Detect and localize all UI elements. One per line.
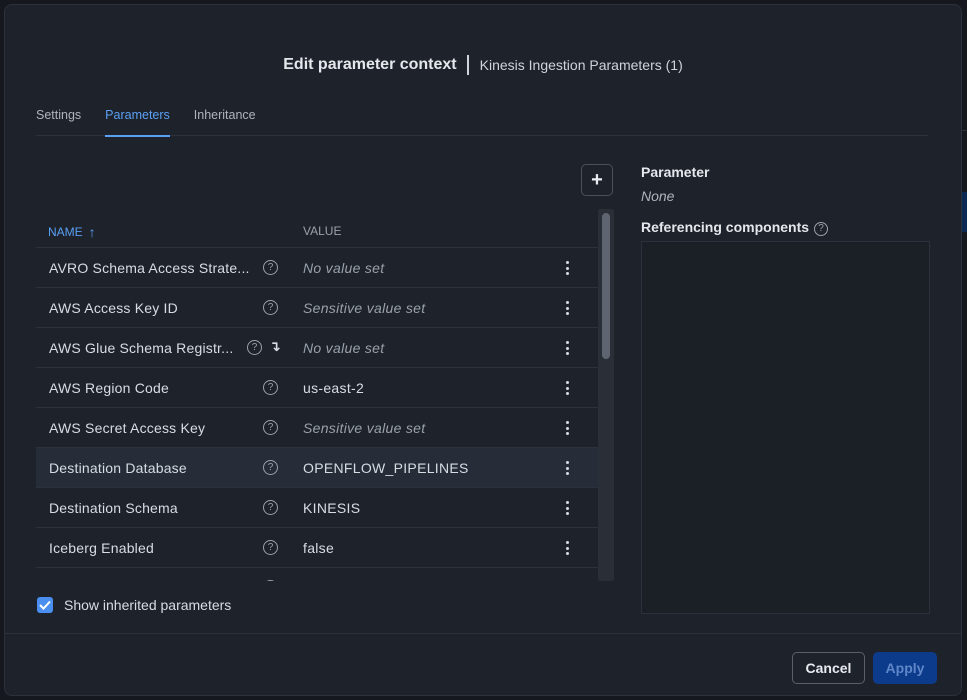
help-icon[interactable]: ?	[263, 380, 278, 395]
column-name-label: NAME	[48, 225, 83, 239]
more-options-icon[interactable]	[561, 301, 573, 315]
table-row[interactable]: AVRO Schema Access Strate... ? No value …	[36, 248, 598, 288]
tab-inheritance[interactable]: Inheritance	[194, 104, 256, 136]
help-icon[interactable]: ?	[263, 420, 278, 435]
column-header-value: VALUE	[303, 224, 342, 238]
plus-icon: +	[591, 169, 603, 191]
inherited-arrow-icon[interactable]: ↴	[269, 338, 281, 355]
scrollbar-thumb[interactable]	[602, 213, 610, 359]
apply-button[interactable]: Apply	[873, 652, 937, 684]
parameter-value: false	[303, 540, 335, 556]
parameter-value: OPENFLOW_PIPELINES	[303, 460, 469, 476]
parameter-value: Sensitive value set	[303, 300, 426, 316]
help-icon[interactable]: ?	[247, 340, 262, 355]
show-inherited-checkbox[interactable]	[37, 597, 53, 613]
referencing-components-label: Referencing components	[641, 219, 810, 235]
table-row-selected[interactable]: Destination Database ? OPENFLOW_PIPELINE…	[36, 448, 598, 488]
tab-parameters[interactable]: Parameters	[105, 104, 170, 137]
help-icon[interactable]: ?	[263, 500, 278, 515]
show-inherited-label: Show inherited parameters	[64, 597, 232, 613]
check-icon	[39, 600, 51, 610]
table-scrollbar[interactable]	[598, 209, 614, 581]
parameter-value-none: None	[641, 188, 675, 204]
edit-parameter-context-dialog: Edit parameter context Kinesis Ingestion…	[4, 4, 962, 696]
more-options-icon[interactable]	[561, 501, 573, 515]
table-row[interactable]: AWS Glue Schema Registr... ? ↴ No value …	[36, 328, 598, 368]
parameter-name: Destination Schema	[49, 500, 178, 516]
more-options-icon[interactable]	[561, 461, 573, 475]
parameter-name: AWS Access Key ID	[49, 300, 178, 316]
parameter-value: No value set	[303, 340, 385, 356]
more-options-icon[interactable]	[561, 381, 573, 395]
more-options-icon[interactable]	[561, 541, 573, 555]
parameters-table-body: AVRO Schema Access Strate... ? No value …	[36, 248, 598, 581]
arrow-up-icon: ↑	[88, 224, 96, 240]
more-options-icon[interactable]	[561, 341, 573, 355]
help-icon[interactable]: ?	[263, 580, 278, 581]
table-row[interactable]: AWS Region Code ? us-east-2	[36, 368, 598, 408]
parameter-name: Destination Database	[49, 460, 187, 476]
parameter-name: AWS Secret Access Key	[49, 420, 206, 436]
table-row[interactable]: Destination Schema ? KINESIS	[36, 488, 598, 528]
parameter-name: AVRO Schema Access Strate...	[49, 260, 250, 276]
table-row[interactable]: Iceberg Enabled ? false	[36, 528, 598, 568]
dialog-title: Edit parameter context	[283, 56, 457, 73]
add-parameter-button[interactable]: +	[581, 164, 613, 196]
parameter-value: KINESIS	[303, 500, 361, 516]
dialog-subtitle: Kinesis Ingestion Parameters (1)	[479, 57, 683, 73]
cancel-button[interactable]: Cancel	[792, 652, 865, 684]
help-icon[interactable]: ?	[814, 222, 829, 236]
dialog-header: Edit parameter context Kinesis Ingestion…	[5, 51, 961, 79]
help-icon[interactable]: ?	[263, 260, 278, 275]
table-row[interactable]: AWS Secret Access Key ? Sensitive value …	[36, 408, 598, 448]
parameter-value: Sensitive value set	[303, 420, 426, 436]
help-icon[interactable]: ?	[263, 540, 278, 555]
tab-settings[interactable]: Settings	[36, 104, 81, 136]
table-row-partial[interactable]: ?	[36, 568, 598, 581]
parameter-name: AWS Glue Schema Registr...	[49, 340, 234, 356]
more-options-icon[interactable]	[561, 421, 573, 435]
parameter-name: Iceberg Enabled	[49, 540, 154, 556]
parameter-name: AWS Region Code	[49, 380, 169, 396]
show-inherited-toggle[interactable]: Show inherited parameters	[37, 597, 231, 613]
help-icon[interactable]: ?	[263, 460, 278, 475]
more-options-icon[interactable]	[561, 261, 573, 275]
table-row[interactable]: AWS Access Key ID ? Sensitive value set	[36, 288, 598, 328]
referencing-components-list	[641, 241, 930, 614]
help-icon[interactable]: ?	[263, 300, 278, 315]
dialog-footer: Cancel Apply	[5, 633, 961, 695]
parameter-value: us-east-2	[303, 380, 365, 396]
title-separator	[466, 55, 469, 75]
parameter-value: No value set	[303, 260, 385, 276]
parameter-heading: Parameter	[641, 164, 710, 180]
referencing-components-heading: Referencing components?	[641, 219, 829, 236]
column-header-name[interactable]: NAME ↑	[48, 224, 96, 240]
tab-bar: Settings Parameters Inheritance	[36, 104, 928, 137]
parameters-table-header: NAME ↑ VALUE	[36, 212, 598, 248]
